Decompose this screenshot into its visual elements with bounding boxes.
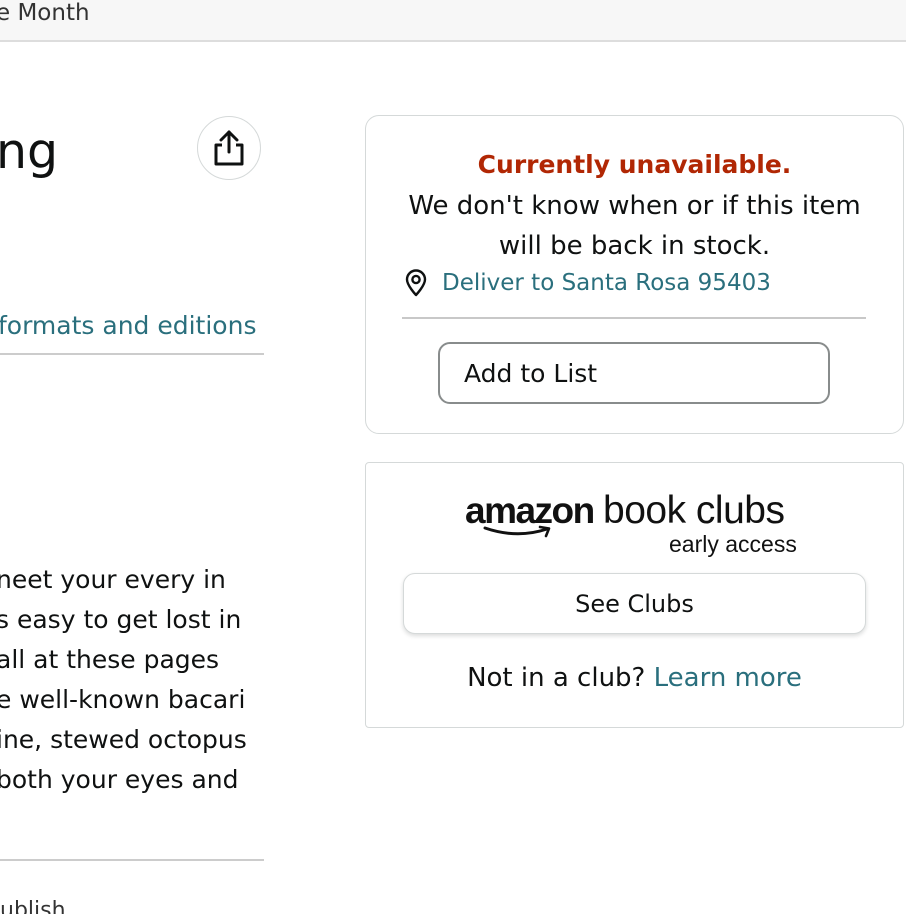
product-title: ng (0, 123, 59, 180)
learn-more-link[interactable]: Learn more (654, 663, 802, 693)
share-icon (214, 130, 244, 166)
publisher-fragment: ublish (0, 898, 66, 914)
description-line: s easy to get lost in (0, 605, 242, 634)
product-page: e Month ng formats and editions neet you… (0, 0, 906, 914)
add-to-list-button[interactable]: Add to List (438, 342, 830, 404)
deliver-to-link[interactable]: Deliver to Santa Rosa 95403 (404, 266, 771, 300)
description-line: ine, stewed octopus (0, 725, 247, 754)
availability-status: Currently unavailable. (477, 150, 792, 179)
see-clubs-button[interactable]: See Clubs (403, 573, 866, 634)
description-line: both your eyes and (0, 765, 239, 794)
description-line: neet your every in (0, 565, 226, 594)
amazon-book-clubs-logo: amazon book clubs early access (465, 489, 805, 559)
top-bar: e Month (0, 0, 906, 42)
logo-early-access-text: early access (669, 531, 797, 557)
book-clubs-panel: amazon book clubs early access See Clubs… (365, 462, 904, 728)
buy-box: Currently unavailable. We don't know whe… (365, 115, 904, 434)
location-pin-icon (405, 269, 427, 297)
divider (0, 859, 264, 861)
formats-and-editions-link[interactable]: formats and editions (0, 309, 256, 343)
amazon-smile-icon (483, 525, 551, 538)
product-description: neet your every in s easy to get lost in… (0, 560, 266, 800)
share-button[interactable] (197, 116, 261, 180)
description-line: e well-known bacari (0, 685, 246, 714)
stock-message: We don't know when or if this item will … (408, 191, 861, 261)
club-note: Not in a club? Learn more (366, 661, 903, 695)
top-bar-text[interactable]: e Month (0, 0, 90, 26)
logo-book-clubs-text: book clubs (603, 489, 785, 532)
deliver-to-text[interactable]: Deliver to Santa Rosa 95403 (442, 266, 771, 300)
not-in-club-text: Not in a club? (467, 663, 646, 693)
description-line: all at these pages (0, 645, 220, 674)
divider (0, 353, 264, 355)
divider (402, 317, 866, 319)
